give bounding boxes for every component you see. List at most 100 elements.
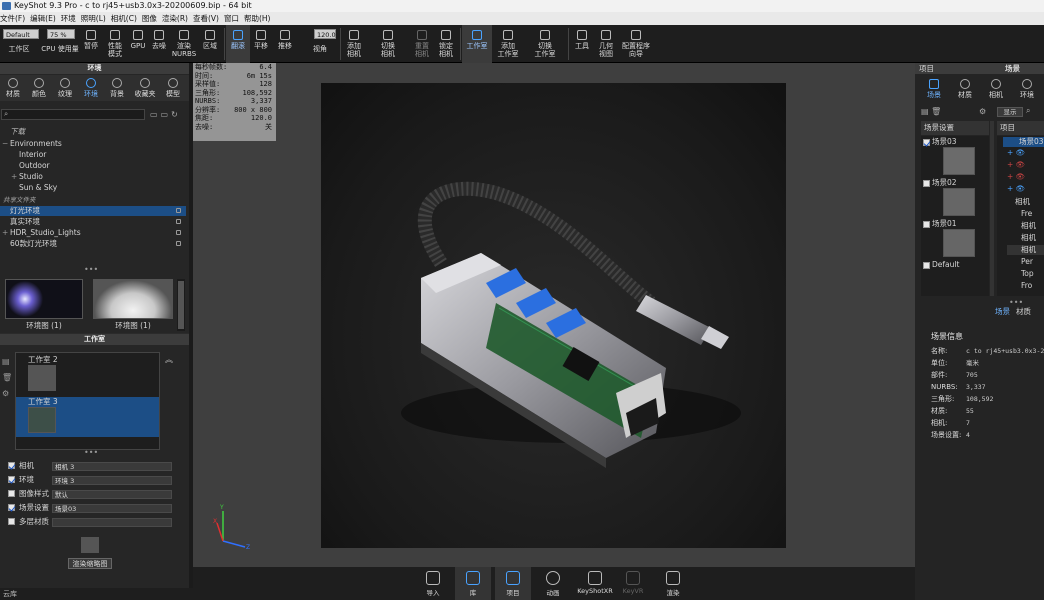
render-button[interactable]: 渲染 xyxy=(655,567,691,600)
tab-favorites[interactable]: 收藏夹 xyxy=(132,78,158,99)
library-button[interactable]: 库 xyxy=(455,567,491,600)
tools-button[interactable]: 工具 xyxy=(570,25,594,63)
scene-tree-model[interactable]: + 👁 xyxy=(1007,184,1044,194)
subtab-material[interactable]: 材质 xyxy=(1016,307,1031,317)
scene-set-checkbox[interactable] xyxy=(923,221,930,228)
tab-environment[interactable]: 环境 xyxy=(1014,79,1040,100)
keyshotxr-button[interactable]: KeyShotXR xyxy=(575,567,615,600)
library-folder-actions[interactable]: ▭▭↻ xyxy=(150,110,186,119)
tab-scene[interactable]: 场景 xyxy=(921,79,947,100)
scene-set-checkbox[interactable] xyxy=(923,139,930,146)
add-camera-button[interactable]: 添加 相机 xyxy=(342,25,366,63)
switch-camera-button[interactable]: 切换 相机 xyxy=(370,25,406,63)
menu-file[interactable]: 文件(F) xyxy=(0,12,25,25)
menu-environment[interactable]: 环境 xyxy=(61,12,76,25)
multi-material-select[interactable] xyxy=(52,518,172,527)
menu-edit[interactable]: 编辑(E) xyxy=(30,12,56,25)
configurator-wizard-button[interactable]: 配置程序 向导 xyxy=(620,25,652,63)
search-icon[interactable]: ⌕ xyxy=(1026,106,1036,116)
scene-tree-camera[interactable]: 相机 xyxy=(1007,221,1044,231)
workspace-button[interactable]: 工作区 xyxy=(3,25,35,63)
project-button[interactable]: 项目 xyxy=(495,567,531,600)
tumble-button[interactable]: 翻滚 xyxy=(226,25,250,63)
scene-tree-camera[interactable]: Top xyxy=(1007,269,1044,279)
scene-tree-model[interactable]: + 👁 xyxy=(1007,172,1044,182)
library-search-input[interactable]: ⌕ xyxy=(1,109,145,120)
thumbnail-scrollbar[interactable] xyxy=(177,279,185,331)
env-thumbnail-2[interactable] xyxy=(93,279,173,319)
tree-item-interior[interactable]: Interior xyxy=(0,150,189,160)
switch-studio-button[interactable]: 切换 工作室 xyxy=(526,25,564,63)
render-viewport[interactable]: 每秒帧数: 6.4 时间: 6m 15s 采样值: 128 三角形: 108,592 N… xyxy=(193,63,915,567)
shared-item-lighting-env[interactable]: 灯光环境 xyxy=(0,206,186,216)
tree-item-environments[interactable]: − Environments xyxy=(0,139,189,149)
scene-tree-model[interactable]: + 👁 xyxy=(1007,160,1044,170)
gear-icon[interactable]: ⚙ xyxy=(979,107,989,117)
dolly-button[interactable]: 推移 xyxy=(272,25,298,63)
lock-camera-button[interactable]: 锁定 相机 xyxy=(434,25,458,63)
scene-set-checkbox[interactable] xyxy=(923,262,930,269)
camera-checkbox[interactable] xyxy=(8,462,15,469)
tree-item-outdoor[interactable]: Outdoor xyxy=(0,161,189,171)
studio-item-2[interactable]: 工作室 2 xyxy=(16,355,159,391)
shared-item-60-lights[interactable]: 60款灯光环境 xyxy=(0,239,186,249)
denoise-button[interactable]: 去噪 xyxy=(148,25,170,63)
scene-set-default[interactable]: Default xyxy=(932,260,959,270)
tab-material[interactable]: 材质 xyxy=(952,79,978,100)
reset-camera-button[interactable]: 重置 相机 xyxy=(410,25,434,63)
render-nurbs-button[interactable]: 渲染 NURBS xyxy=(170,25,198,63)
menu-lighting[interactable]: 照明(L) xyxy=(81,12,106,25)
environment-checkbox[interactable] xyxy=(8,476,15,483)
camera-select[interactable]: 相机 3 xyxy=(52,462,172,471)
scene-tree-camera[interactable]: 相机 xyxy=(1007,233,1044,243)
menu-view[interactable]: 查看(V) xyxy=(193,12,219,25)
performance-mode-button[interactable]: 性能 模式 xyxy=(102,25,128,63)
scene-tree-camera[interactable]: Fre xyxy=(1007,209,1044,219)
tree-item-sun-sky[interactable]: Sun & Sky xyxy=(0,183,189,193)
region-button[interactable]: 区域 xyxy=(198,25,222,63)
multi-material-checkbox[interactable] xyxy=(8,518,15,525)
tab-colors[interactable]: 颜色 xyxy=(26,78,52,99)
keyvr-button[interactable]: KeyVR xyxy=(615,567,651,600)
scene-tree-model[interactable]: + 👁 xyxy=(1007,148,1044,158)
scene-set-01[interactable]: 场景01 xyxy=(932,219,957,229)
image-style-select[interactable]: 默认 xyxy=(52,490,172,499)
geometry-view-button[interactable]: 几何 视图 xyxy=(594,25,618,63)
tab-environments[interactable]: 环境 xyxy=(78,78,104,99)
environment-select[interactable]: 环境 3 xyxy=(52,476,172,485)
menu-help[interactable]: 帮助(H) xyxy=(244,12,271,25)
menu-window[interactable]: 窗口 xyxy=(224,12,239,25)
pan-button[interactable]: 平移 xyxy=(250,25,272,63)
subtab-scene[interactable]: 场景 xyxy=(995,307,1010,317)
studio-side-tools[interactable]: ▤ 🗑 ⚙ xyxy=(2,354,12,424)
tab-materials[interactable]: 材质 xyxy=(0,78,26,99)
scene-set-checkbox[interactable] xyxy=(8,504,15,511)
status-bar[interactable]: 云库 xyxy=(0,588,193,600)
scene-tree-camera[interactable]: Fro xyxy=(1007,281,1044,291)
env-thumbnail-1[interactable] xyxy=(5,279,83,319)
cpu-usage-button[interactable]: CPU 使用量 xyxy=(40,25,80,63)
scene-set-03[interactable]: 场景03 xyxy=(932,137,957,147)
scene-tree-cameras[interactable]: 相机 xyxy=(999,197,1044,207)
tree-item-studio[interactable]: + Studio xyxy=(0,172,189,182)
scene-tree-camera[interactable]: Per xyxy=(1007,257,1044,267)
menu-image[interactable]: 图像 xyxy=(142,12,157,25)
perspective-button[interactable]: 视角 xyxy=(306,25,334,63)
studio-item-3[interactable]: 工作室 3 xyxy=(16,397,159,437)
menu-render[interactable]: 渲染(R) xyxy=(162,12,188,25)
render-thumbnail-button[interactable]: 渲染缩略图 xyxy=(68,558,112,569)
image-style-checkbox[interactable] xyxy=(8,490,15,497)
scene-set-select[interactable]: 场景03 xyxy=(52,504,172,513)
import-button[interactable]: 导入 xyxy=(415,567,451,600)
display-button[interactable]: 显示 xyxy=(997,107,1023,117)
scene-tree-camera[interactable]: 相机 xyxy=(1007,245,1044,255)
tab-backplates[interactable]: 背景 xyxy=(104,78,130,99)
gpu-button[interactable]: GPU xyxy=(128,25,148,63)
menu-camera[interactable]: 相机(C) xyxy=(111,12,137,25)
tab-models[interactable]: 模型 xyxy=(160,78,186,99)
scene-tree-root[interactable]: 场景03 xyxy=(1003,137,1044,147)
pause-button[interactable]: 暂停 xyxy=(80,25,102,63)
animation-button[interactable]: 动画 xyxy=(535,567,571,600)
shared-item-hdr-studio[interactable]: + HDR_Studio_Lights xyxy=(0,228,186,238)
scene-set-02[interactable]: 场景02 xyxy=(932,178,957,188)
